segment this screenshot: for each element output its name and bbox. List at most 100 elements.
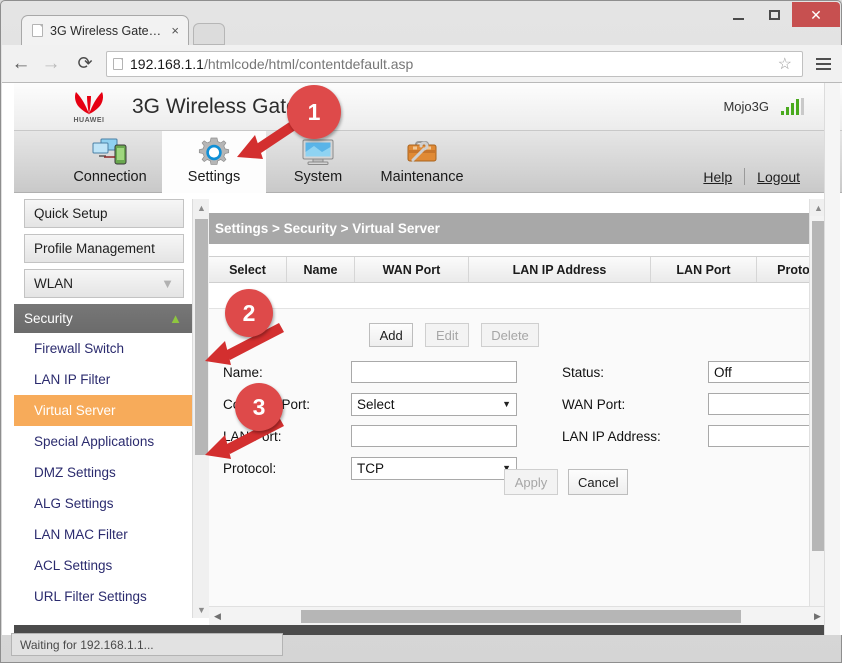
bookmark-star-icon[interactable]: ☆ xyxy=(778,54,792,74)
sidebar-item-profile-management[interactable]: Profile Management xyxy=(24,234,184,263)
content-hscroll-track[interactable] xyxy=(226,607,809,626)
browser-window: ✕ 3G Wireless Gateway × ← → ⟳ 192.168.1.… xyxy=(0,0,842,663)
status-label: Status: xyxy=(562,364,605,380)
content-horizontal-scrollbar[interactable]: ◀ ▶ xyxy=(209,606,826,625)
annotation-marker-2: 2 xyxy=(225,289,273,337)
form-submit-buttons: Apply Cancel xyxy=(504,469,629,495)
nav-tab-connection[interactable]: Connection xyxy=(58,131,162,193)
delete-button[interactable]: Delete xyxy=(481,323,539,347)
virtual-server-table-header: Select Name WAN Port LAN IP Address LAN … xyxy=(209,256,809,283)
nav-tab-system-label: System xyxy=(293,169,343,185)
sidebar-scrollbar[interactable]: ▲ ▼ xyxy=(192,199,210,618)
sidebar-item-label: Special Applications xyxy=(34,434,155,449)
column-header-protocol: Protocol xyxy=(757,257,809,282)
sidebar-item-label: Virtual Server xyxy=(34,403,116,418)
huawei-logo-icon: HUAWEI xyxy=(62,90,116,124)
browser-vertical-scrollbar[interactable] xyxy=(824,83,840,635)
lan-ip-address-label: LAN IP Address: xyxy=(562,428,661,444)
browser-titlebar: ✕ 3G Wireless Gateway × xyxy=(1,1,841,45)
sidebar-item-label: LAN IP Filter xyxy=(34,372,111,387)
huawei-wordmark: HUAWEI xyxy=(73,116,105,124)
chevron-down-icon: ▼ xyxy=(161,276,174,291)
logout-link[interactable]: Logout xyxy=(757,169,800,185)
sidebar-item-label: URL Filter Settings xyxy=(34,589,147,604)
header-links: Help Logout xyxy=(703,168,800,185)
address-bar[interactable]: 192.168.1.1/htmlcode/html/contentdefault… xyxy=(106,50,803,77)
nav-tab-maintenance[interactable]: Maintenance xyxy=(370,131,474,193)
address-bar-text: 192.168.1.1/htmlcode/html/contentdefault… xyxy=(130,56,778,72)
column-header-select: Select xyxy=(209,257,287,282)
status-field[interactable]: Off xyxy=(708,361,809,383)
page-icon xyxy=(32,24,43,37)
device-name: Mojo3G xyxy=(723,99,769,114)
apply-button[interactable]: Apply xyxy=(504,469,558,495)
common-port-value: Select xyxy=(357,396,395,412)
protocol-value: TCP xyxy=(357,460,384,476)
tab-close-icon[interactable]: × xyxy=(168,23,182,38)
new-tab-button[interactable] xyxy=(193,23,225,45)
sidebar-item-label: Quick Setup xyxy=(34,206,108,221)
tabstrip: 3G Wireless Gateway × xyxy=(1,15,841,45)
sidebar-group-security[interactable]: Security ▲ xyxy=(14,304,192,333)
nav-tab-connection-label: Connection xyxy=(73,169,147,185)
sidebar-item-lan-mac-filter[interactable]: LAN MAC Filter xyxy=(14,519,192,550)
sidebar-scroll-up-icon[interactable]: ▲ xyxy=(193,199,210,216)
column-header-name: Name xyxy=(287,257,355,282)
sidebar-item-firewall-switch[interactable]: Firewall Switch xyxy=(14,333,192,364)
sidebar-item-label: ACL Settings xyxy=(34,558,113,573)
nav-tab-settings-label: Settings xyxy=(187,169,241,185)
content-hscroll-thumb[interactable] xyxy=(301,609,741,623)
reload-button[interactable]: ⟳ xyxy=(70,49,100,79)
browser-tab-title: 3G Wireless Gateway xyxy=(50,23,169,38)
common-port-select[interactable]: Select ▼ xyxy=(351,392,517,416)
page-info-icon xyxy=(113,57,123,70)
hamburger-icon xyxy=(815,57,831,60)
content-scroll-left-icon[interactable]: ◀ xyxy=(209,607,226,626)
connection-icon xyxy=(91,136,129,168)
app-nav: Connection Settings System Maintenance H… xyxy=(14,131,842,193)
sidebar-item-alg-settings[interactable]: ALG Settings xyxy=(14,488,192,519)
browser-status-text: Waiting for 192.168.1.1... xyxy=(20,637,154,652)
breadcrumb: Settings > Security > Virtual Server xyxy=(209,213,809,244)
nav-tab-maintenance-label: Maintenance xyxy=(380,169,464,185)
signal-bars-icon xyxy=(781,98,804,115)
app-header: HUAWEI 3G Wireless Gateway Mojo3G xyxy=(14,83,842,131)
main-content: Settings > Security > Virtual Server Sel… xyxy=(209,193,809,635)
sidebar-item-special-applications[interactable]: Special Applications xyxy=(14,426,192,457)
sidebar-item-label: Profile Management xyxy=(34,241,155,256)
browser-tab[interactable]: 3G Wireless Gateway × xyxy=(21,15,189,45)
sidebar-item-virtual-server[interactable]: Virtual Server xyxy=(14,395,192,426)
forward-button[interactable]: → xyxy=(36,49,66,79)
back-button[interactable]: ← xyxy=(6,49,36,79)
address-path: /htmlcode/html/contentdefault.asp xyxy=(203,55,414,72)
toolbox-icon xyxy=(404,136,440,168)
sidebar-scroll-down-icon[interactable]: ▼ xyxy=(193,601,210,618)
cancel-button[interactable]: Cancel xyxy=(568,469,629,495)
lan-port-input[interactable] xyxy=(351,425,517,447)
sidebar-item-label: LAN MAC Filter xyxy=(34,527,128,542)
chevron-down-icon: ▼ xyxy=(502,399,511,409)
column-header-lan-ip-address: LAN IP Address xyxy=(469,257,651,282)
sidebar-item-quick-setup[interactable]: Quick Setup xyxy=(24,199,184,228)
browser-menu-button[interactable] xyxy=(809,49,837,79)
column-header-wan-port: WAN Port xyxy=(355,257,469,282)
sidebar-item-wlan[interactable]: WLAN ▼ xyxy=(24,269,184,298)
sidebar-item-lan-ip-filter[interactable]: LAN IP Filter xyxy=(14,364,192,395)
sidebar-group-label: Security xyxy=(24,311,73,326)
page-viewport: HUAWEI 3G Wireless Gateway Mojo3G Connec… xyxy=(2,83,842,635)
add-button[interactable]: Add xyxy=(369,323,414,347)
wan-port-input[interactable] xyxy=(708,393,809,415)
help-link[interactable]: Help xyxy=(703,169,732,185)
sidebar-item-label: Firewall Switch xyxy=(34,341,125,356)
lan-ip-address-input[interactable] xyxy=(708,425,809,447)
edit-button[interactable]: Edit xyxy=(425,323,470,347)
sidebar-item-dmz-settings[interactable]: DMZ Settings xyxy=(14,457,192,488)
screenshot-root: ✕ 3G Wireless Gateway × ← → ⟳ 192.168.1.… xyxy=(0,0,842,663)
sidebar-item-acl-settings[interactable]: ACL Settings xyxy=(14,550,192,581)
browser-toolbar: ← → ⟳ 192.168.1.1/htmlcode/html/contentd… xyxy=(2,45,842,83)
sidebar-item-url-filter-settings[interactable]: URL Filter Settings xyxy=(14,581,192,612)
browser-status-bubble: Waiting for 192.168.1.1... xyxy=(11,633,283,656)
protocol-select[interactable]: TCP ▼ xyxy=(351,456,517,480)
name-input[interactable] xyxy=(351,361,517,383)
virtual-server-form: Add Edit Delete Name: Common Port: Selec… xyxy=(209,309,809,635)
